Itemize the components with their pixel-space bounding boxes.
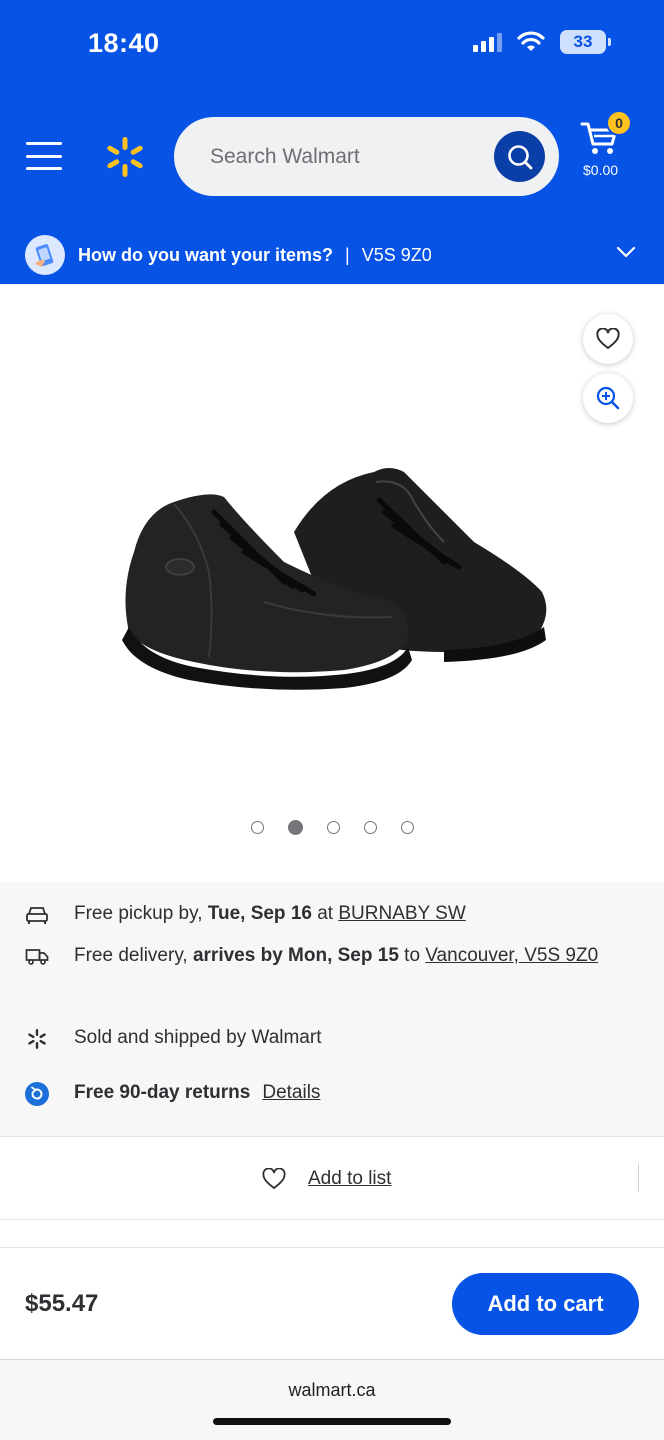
- add-to-list-button[interactable]: Add to list: [262, 1168, 391, 1190]
- divider: [0, 1220, 664, 1248]
- wifi-icon: [517, 31, 545, 51]
- zoom-button[interactable]: [583, 373, 633, 423]
- phone-store-icon: [25, 235, 65, 275]
- fulfillment-location-bar[interactable]: How do you want your items? | V5S 9Z0: [0, 228, 664, 284]
- carousel-dot[interactable]: [401, 821, 414, 834]
- search-button[interactable]: [494, 131, 545, 182]
- delivery-text: Free delivery, arrives by Mon, Sep 15 to…: [74, 945, 598, 967]
- menu-icon[interactable]: [26, 142, 62, 170]
- carousel-dot[interactable]: [364, 821, 377, 834]
- delivery-date: arrives by Mon, Sep 15: [192, 945, 399, 966]
- favorite-button[interactable]: [583, 314, 633, 364]
- search-icon: [507, 144, 532, 169]
- product-image-shoes[interactable]: [114, 442, 554, 722]
- walmart-spark-icon: [24, 1026, 50, 1052]
- delivery-prefix: Free delivery,: [74, 945, 193, 966]
- add-to-cart-button[interactable]: Add to cart: [452, 1273, 639, 1335]
- pickup-middle: at: [311, 903, 339, 924]
- carousel-dots[interactable]: [251, 820, 414, 835]
- browser-url[interactable]: walmart.ca: [0, 1380, 664, 1401]
- car-icon: [24, 902, 50, 928]
- zoom-in-icon: [596, 386, 620, 410]
- search-input[interactable]: Search Walmart: [174, 117, 559, 196]
- fulfillment-info: Free pickup by, Tue, Sep 16 at BURNABY S…: [0, 882, 664, 1137]
- product-price: $55.47: [25, 1290, 99, 1317]
- location-separator: |: [345, 245, 350, 265]
- cart-total: $0.00: [583, 162, 619, 178]
- battery-level: 33: [573, 32, 593, 51]
- app-header: 18:40 33 Search Walmart 0 $0.00 How do y…: [0, 0, 664, 284]
- location-postal-code: V5S 9Z0: [361, 245, 432, 265]
- search-placeholder: Search Walmart: [210, 145, 360, 168]
- returns-text: Free 90-day returns Details: [74, 1082, 320, 1104]
- buy-bar: $55.47 Add to cart: [0, 1248, 664, 1360]
- status-icons: 33: [473, 30, 611, 54]
- signal-icon: [473, 32, 502, 52]
- cart-count-badge: 0: [606, 110, 632, 136]
- divider: [638, 1164, 639, 1192]
- battery-icon: 33: [560, 30, 611, 54]
- pickup-text: Free pickup by, Tue, Sep 16 at BURNABY S…: [74, 903, 466, 925]
- browser-bar: walmart.ca: [0, 1360, 664, 1440]
- add-to-list-row: Add to list: [0, 1138, 664, 1220]
- returns-details-link[interactable]: Details: [262, 1082, 320, 1103]
- product-image-carousel[interactable]: [0, 284, 664, 882]
- cart-button[interactable]: 0 $0.00: [578, 110, 632, 184]
- pickup-store-link[interactable]: BURNABY SW: [338, 903, 465, 924]
- location-question: How do you want your items?: [78, 245, 334, 265]
- delivery-address-link[interactable]: Vancouver, V5S 9Z0: [425, 945, 598, 966]
- walmart-spark-logo[interactable]: [104, 136, 146, 178]
- carousel-dot[interactable]: [251, 821, 264, 834]
- carousel-dot[interactable]: [288, 820, 303, 835]
- delivery-truck-icon: [24, 944, 50, 970]
- heart-icon: [262, 1168, 286, 1189]
- heart-icon: [596, 328, 620, 349]
- seller-text: Sold and shipped by Walmart: [74, 1027, 322, 1048]
- returns-label: Free 90-day returns: [74, 1082, 251, 1103]
- pickup-prefix: Free pickup by,: [74, 903, 208, 924]
- status-time: 18:40: [88, 28, 160, 58]
- delivery-middle: to: [398, 945, 426, 966]
- returns-icon: [24, 1081, 50, 1107]
- add-to-list-label: Add to list: [308, 1168, 392, 1189]
- pickup-date: Tue, Sep 16: [207, 903, 312, 924]
- carousel-dot[interactable]: [327, 821, 340, 834]
- chevron-down-icon[interactable]: [616, 246, 636, 258]
- location-text: How do you want your items? | V5S 9Z0: [78, 245, 432, 266]
- home-indicator[interactable]: [213, 1418, 451, 1425]
